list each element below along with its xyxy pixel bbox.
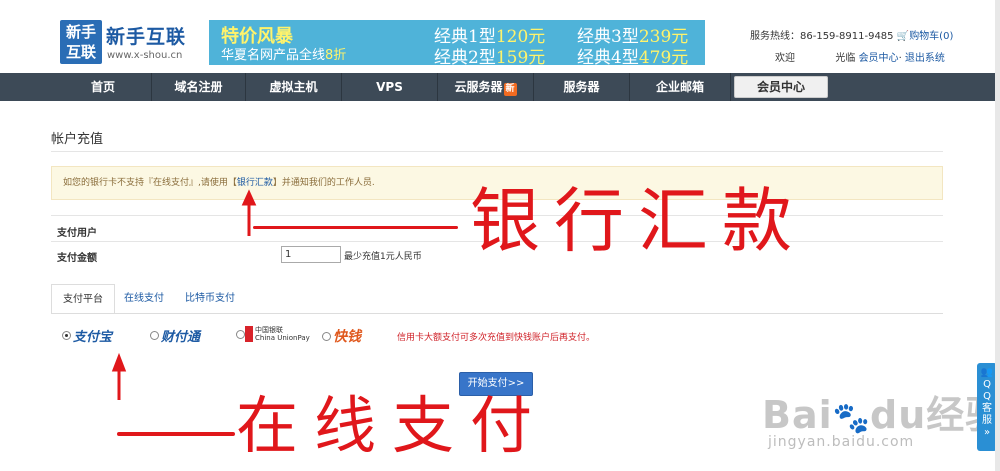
baidu-watermark: Bai🐾du经验	[762, 393, 1000, 437]
arrow-head-icon	[241, 189, 257, 206]
people-icon: 👥	[980, 367, 994, 378]
expand-icon: »	[983, 427, 991, 438]
annotation-online-pay: 在线支付	[236, 389, 549, 462]
annotation-bank-transfer: 银行汇款	[470, 180, 806, 262]
paw-icon: 🐾	[832, 401, 870, 436]
annotation-line	[253, 226, 458, 229]
annotation-line	[117, 432, 235, 436]
watermark-url: jingyan.baidu.com	[768, 434, 915, 450]
qq-service-widget[interactable]: 👥 Q Q 客 服 »	[977, 363, 997, 451]
arrow-head-icon	[111, 352, 127, 372]
scrollbar[interactable]	[995, 0, 1000, 471]
